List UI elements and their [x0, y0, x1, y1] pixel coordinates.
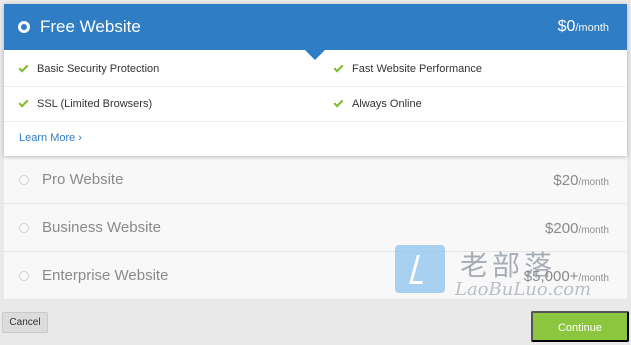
divider — [4, 121, 627, 122]
selection-pointer-icon — [305, 50, 325, 60]
radio-icon[interactable] — [19, 223, 29, 233]
checkmark-icon — [18, 62, 29, 73]
feature-item: SSL (Limited Browsers) — [18, 97, 153, 110]
selected-plan-price: $0/month — [558, 18, 609, 36]
price-period: /month — [575, 22, 609, 34]
plan-name: Business Website — [42, 219, 161, 236]
price-value: $0 — [557, 18, 576, 35]
plan-option-free[interactable]: Free Website $0/month Basic Security Pro… — [4, 4, 627, 156]
learn-more-link[interactable]: Learn More › — [19, 132, 82, 144]
plan-price: $200/month — [545, 220, 609, 237]
plan-price: $20/month — [553, 172, 609, 189]
plan-name: Enterprise Website — [42, 267, 169, 284]
feature-item: Basic Security Protection — [18, 62, 160, 75]
price-period: /month — [578, 177, 609, 188]
radio-icon[interactable] — [19, 271, 29, 281]
divider — [4, 86, 627, 87]
radio-icon[interactable] — [19, 175, 29, 185]
radio-selected-icon[interactable] — [18, 21, 30, 33]
feature-label: SSL (Limited Browsers) — [37, 98, 153, 110]
feature-label: Fast Website Performance — [352, 63, 483, 75]
selected-plan-name: Free Website — [40, 17, 141, 36]
selected-plan-header[interactable]: Free Website $0/month — [4, 4, 627, 50]
watermark-logo-icon — [395, 245, 445, 293]
watermark-url: LaoBuLuo.com — [455, 279, 592, 300]
checkmark-icon — [333, 97, 344, 108]
feature-label: Always Online — [352, 98, 422, 110]
plan-option-pro[interactable]: Pro Website $20/month — [4, 156, 627, 204]
price-value: $200 — [545, 220, 579, 237]
watermark-title: 老部落 — [460, 249, 557, 282]
checkmark-icon — [18, 97, 29, 108]
price-value: $20 — [553, 172, 579, 189]
feature-item: Always Online — [333, 97, 422, 110]
feature-item: Fast Website Performance — [333, 62, 483, 75]
continue-button[interactable]: Continue — [531, 311, 629, 342]
feature-label: Basic Security Protection — [37, 63, 160, 75]
cancel-button[interactable]: Cancel — [2, 312, 48, 333]
plan-selection-dialog: Free Website $0/month Basic Security Pro… — [0, 0, 631, 345]
price-period: /month — [578, 225, 609, 236]
plan-name: Pro Website — [42, 171, 124, 188]
checkmark-icon — [333, 62, 344, 73]
